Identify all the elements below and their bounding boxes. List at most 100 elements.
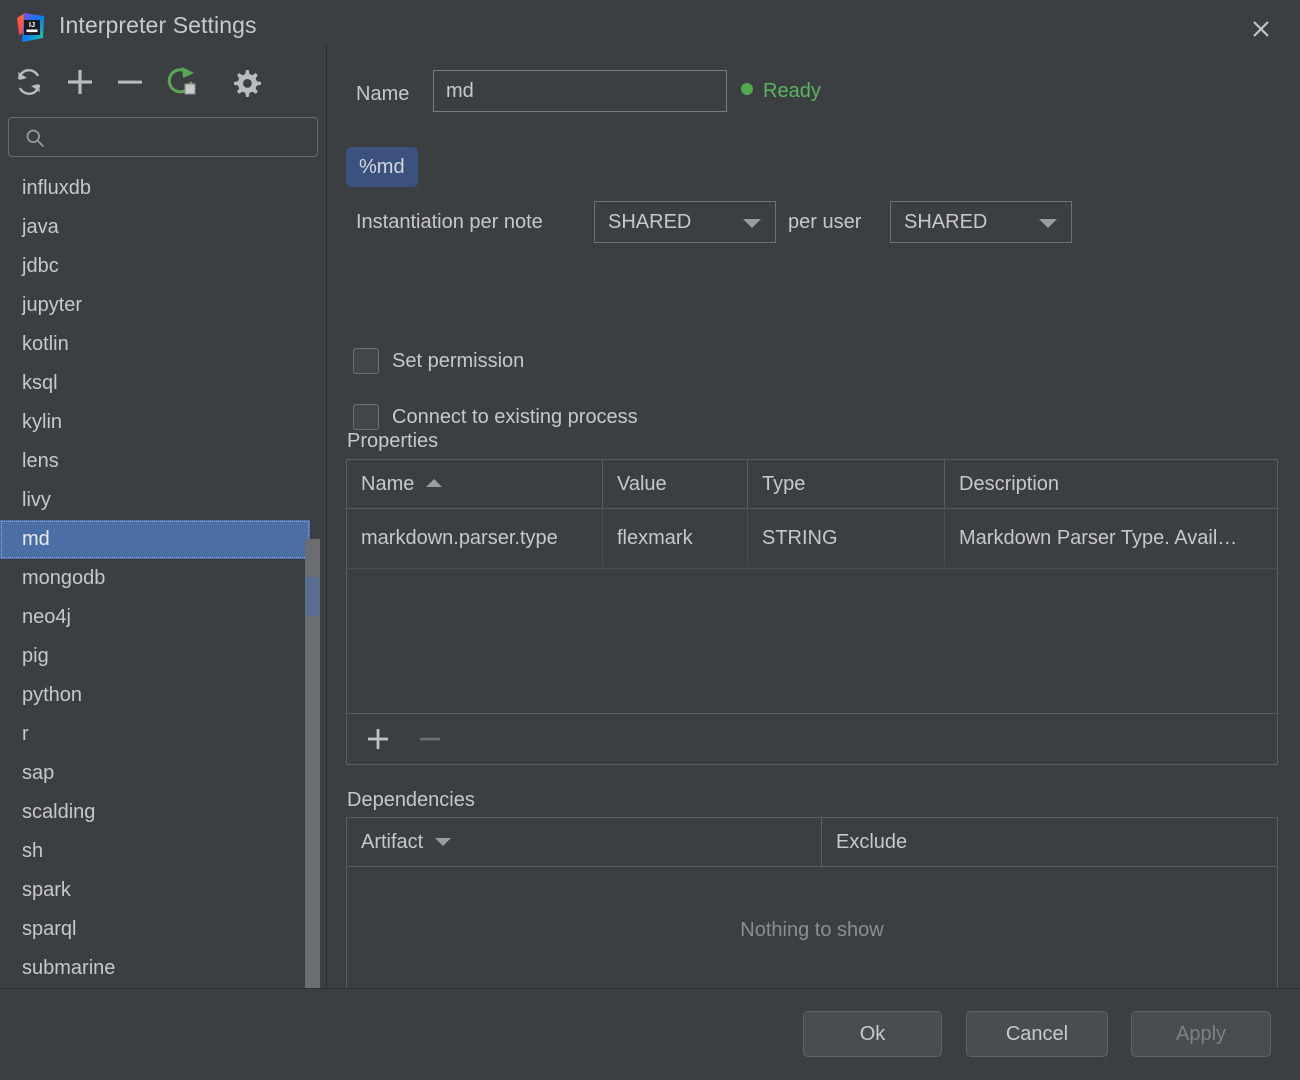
sidebar-item-scalding[interactable]: scalding <box>0 793 326 832</box>
sidebar-item-label: spark <box>22 879 71 901</box>
sidebar-item-label: sap <box>22 762 55 784</box>
sidebar-item-label: mongodb <box>22 567 106 589</box>
sidebar-item-label: jdbc <box>22 255 59 277</box>
properties-column-name[interactable]: Name <box>347 460 603 508</box>
status-text: Ready <box>763 80 821 102</box>
sidebar-item-sap[interactable]: sap <box>0 754 326 793</box>
properties-cell-description[interactable]: Markdown Parser Type. Avail… <box>945 509 1277 567</box>
sidebar-item-label: scalding <box>22 801 96 823</box>
sidebar-item-kylin[interactable]: kylin <box>0 403 326 442</box>
sidebar-item-sh[interactable]: sh <box>0 832 326 871</box>
sidebar-item-label: kylin <box>22 411 63 433</box>
instantiation-per-user-select[interactable]: SHARED <box>890 201 1072 243</box>
sidebar-item-label: neo4j <box>22 606 71 628</box>
sidebar-item-submarine[interactable]: submarine <box>0 949 326 988</box>
sidebar-item-label: python <box>22 684 83 706</box>
connect-existing-process-checkbox[interactable] <box>353 404 379 430</box>
sidebar-item-r[interactable]: r <box>0 715 326 754</box>
sidebar-item-pig[interactable]: pig <box>0 637 326 676</box>
svg-text:IJ: IJ <box>29 20 35 29</box>
sidebar-item-influxdb[interactable]: influxdb <box>0 169 326 208</box>
sidebar-item-kotlin[interactable]: kotlin <box>0 325 326 364</box>
sidebar-item-label: ksql <box>22 372 58 394</box>
restart-icon[interactable] <box>161 61 203 103</box>
table-row[interactable]: markdown.parser.type flexmark STRING Markdo… <box>347 509 1277 569</box>
dependencies-section-title: Dependencies <box>347 789 475 811</box>
set-permission-label: Set permission <box>392 350 525 372</box>
sidebar-item-java[interactable]: java <box>0 208 326 247</box>
plus-icon[interactable] <box>59 61 101 103</box>
properties-table-footer <box>347 713 1277 764</box>
chevron-down-icon <box>1039 219 1057 228</box>
dependencies-column-exclude[interactable]: Exclude <box>822 818 1277 866</box>
sidebar-item-sparql[interactable]: sparql <box>0 910 326 949</box>
sidebar-item-label: java <box>22 216 59 238</box>
sidebar-item-label: jupyter <box>22 294 83 316</box>
properties-table: Name Value Type Description markdown.par… <box>346 459 1278 765</box>
gear-icon[interactable] <box>225 61 267 103</box>
sidebar-item-spark[interactable]: spark <box>0 871 326 910</box>
search-input[interactable] <box>55 118 311 158</box>
interpreter-settings-dialog: IJ Interpreter Settings influxdb java jd… <box>0 0 1300 1080</box>
title-bar: IJ Interpreter Settings <box>0 0 1300 56</box>
name-label: Name <box>356 83 410 105</box>
properties-column-description[interactable]: Description <box>945 460 1277 508</box>
sidebar-item-python[interactable]: python <box>0 676 326 715</box>
list-scrollbar-selection-overlay <box>305 577 320 616</box>
sidebar-item-label: livy <box>22 489 51 511</box>
dependencies-empty-message: Nothing to show <box>740 919 884 941</box>
status-dot-icon <box>741 83 753 95</box>
sidebar-item-label: submarine <box>22 957 116 979</box>
properties-cell-type[interactable]: STRING <box>748 509 945 567</box>
properties-cell-name[interactable]: markdown.parser.type <box>347 509 603 567</box>
search-box[interactable] <box>8 117 318 158</box>
sidebar-item-label: md <box>22 528 50 550</box>
intellij-idea-logo-icon: IJ <box>13 11 47 45</box>
properties-cell-value[interactable]: flexmark <box>603 509 748 567</box>
instantiation-per-note-select[interactable]: SHARED <box>594 201 776 243</box>
instantiation-per-note-value: SHARED <box>608 211 692 233</box>
dependencies-table-header: Artifact Exclude <box>347 818 1277 867</box>
sidebar-item-label: sparql <box>22 918 77 940</box>
sidebar-item-ksql[interactable]: ksql <box>0 364 326 403</box>
name-input[interactable] <box>433 70 727 112</box>
properties-table-body: markdown.parser.type flexmark STRING Markdo… <box>347 509 1277 569</box>
properties-remove-icon <box>412 721 448 757</box>
sidebar-item-jdbc[interactable]: jdbc <box>0 247 326 286</box>
cancel-button[interactable]: Cancel <box>966 1011 1108 1057</box>
close-icon[interactable] <box>1244 12 1278 46</box>
dependencies-column-artifact[interactable]: Artifact <box>347 818 822 866</box>
sidebar-item-label: pig <box>22 645 49 667</box>
interpreter-prefix-badge: %md <box>346 147 418 187</box>
properties-column-type[interactable]: Type <box>748 460 945 508</box>
instantiation-label: Instantiation per note <box>356 211 543 233</box>
ok-button[interactable]: Ok <box>803 1011 942 1057</box>
sort-ascending-icon <box>426 479 443 487</box>
sidebar-item-md[interactable]: md <box>0 520 310 559</box>
properties-table-header: Name Value Type Description <box>347 460 1277 509</box>
interpreter-list[interactable]: influxdb java jdbc jupyter kotlin ksql kylin le… <box>0 169 326 988</box>
sidebar-item-label: influxdb <box>22 177 91 199</box>
set-permission-checkbox[interactable] <box>353 348 379 374</box>
apply-button[interactable]: Apply <box>1131 1011 1271 1057</box>
properties-column-value[interactable]: Value <box>603 460 748 508</box>
minus-icon[interactable] <box>109 61 151 103</box>
sidebar-item-lens[interactable]: lens <box>0 442 326 481</box>
interpreter-detail-pane: Name Ready %md Instantiation per note SH… <box>327 56 1300 1044</box>
sidebar-item-label: lens <box>22 450 59 472</box>
search-icon <box>25 128 45 148</box>
sort-descending-icon <box>435 838 452 846</box>
refresh-icon[interactable] <box>8 61 50 103</box>
sidebar-item-label: r <box>22 723 29 745</box>
properties-add-icon[interactable] <box>360 721 396 757</box>
sidebar-item-jupyter[interactable]: jupyter <box>0 286 326 325</box>
sidebar-item-label: kotlin <box>22 333 69 355</box>
sidebar-item-livy[interactable]: livy <box>0 481 326 520</box>
window-title: Interpreter Settings <box>59 12 257 38</box>
interpreter-list-pane: influxdb java jdbc jupyter kotlin ksql kylin le… <box>0 56 326 1044</box>
sidebar-item-neo4j[interactable]: neo4j <box>0 598 326 637</box>
sidebar-item-mongodb[interactable]: mongodb <box>0 559 326 598</box>
chevron-down-icon <box>743 219 761 228</box>
list-toolbar <box>0 56 326 108</box>
instantiation-per-user-value: SHARED <box>904 211 988 233</box>
